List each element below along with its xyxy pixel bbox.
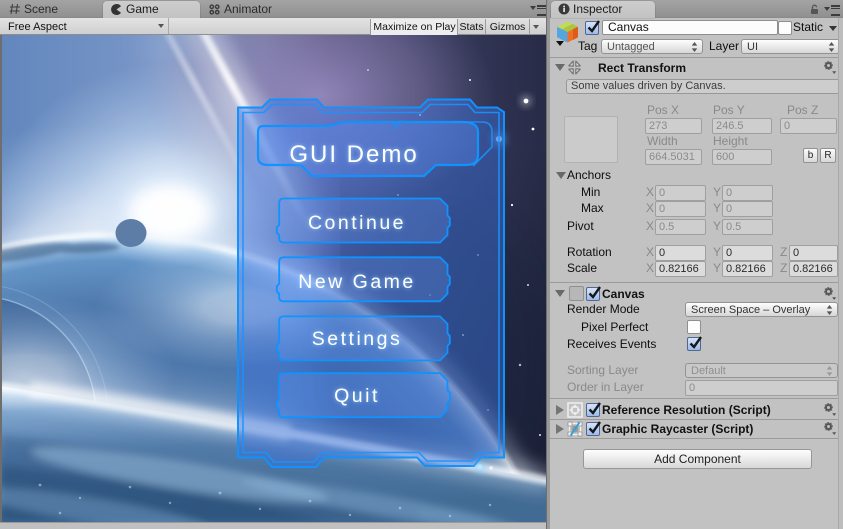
svg-text:New Game: New Game bbox=[298, 271, 416, 293]
svg-text:Settings: Settings bbox=[312, 328, 402, 350]
svg-text:Quit: Quit bbox=[334, 385, 380, 407]
svg-text:Continue: Continue bbox=[308, 212, 406, 234]
svg-text:GUI Demo: GUI Demo bbox=[289, 141, 418, 168]
